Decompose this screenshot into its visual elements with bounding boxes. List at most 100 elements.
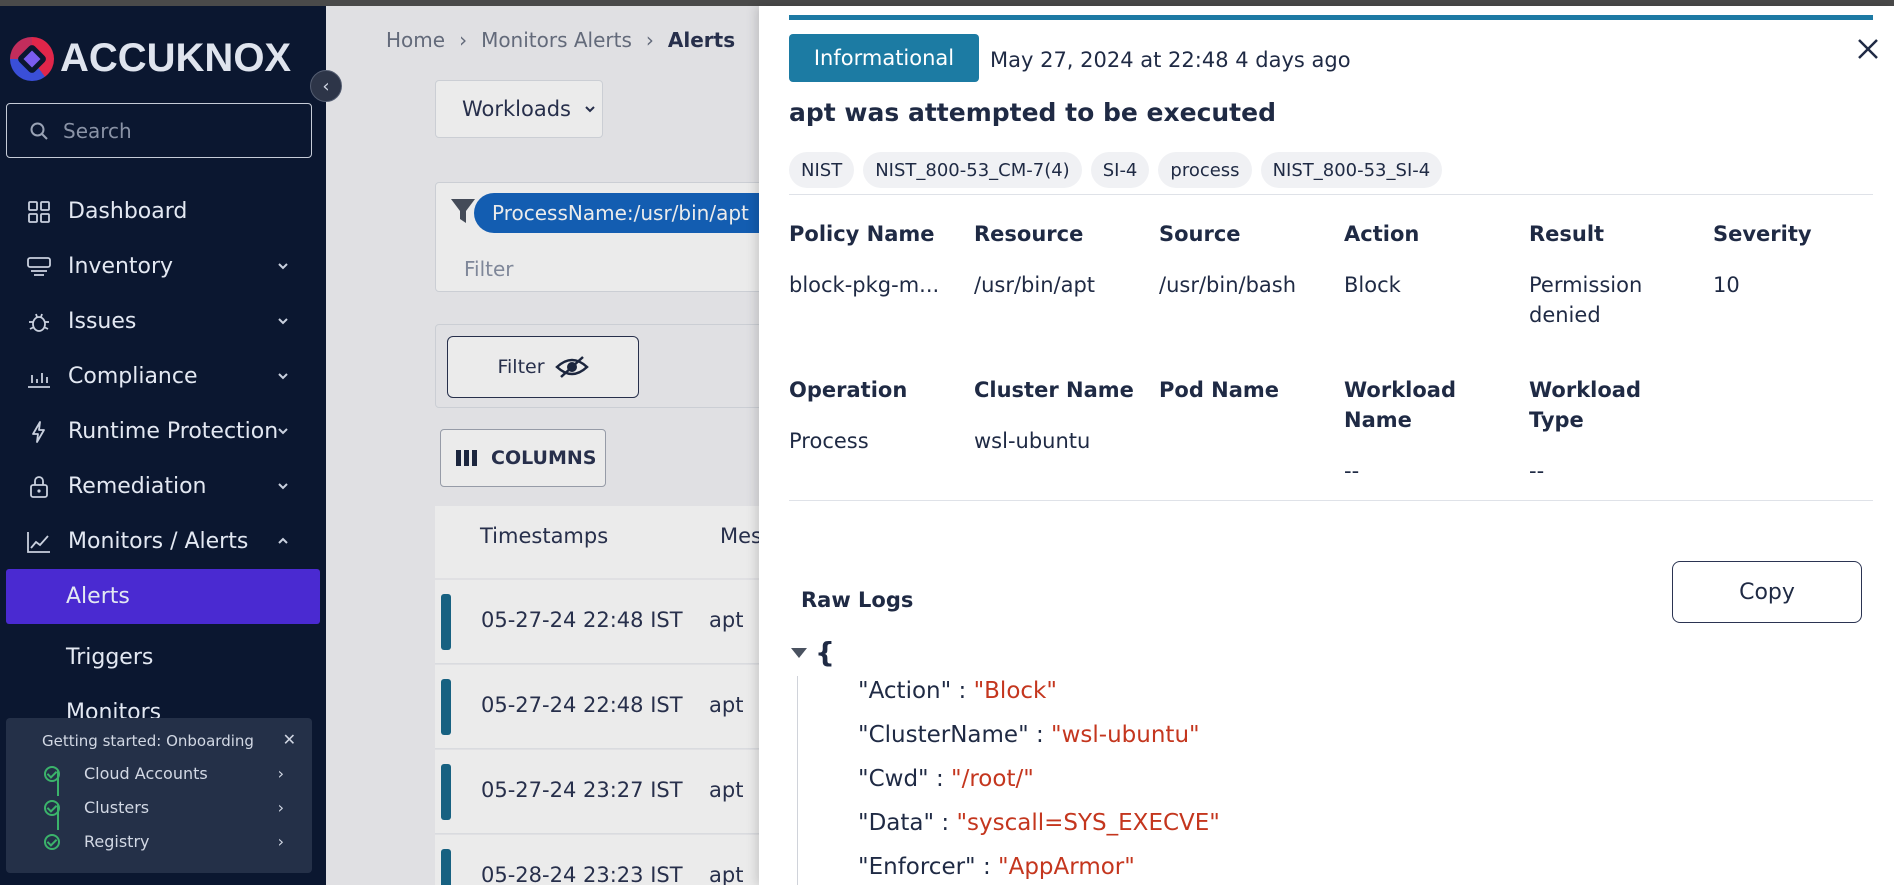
json-key: "Cwd" bbox=[858, 766, 929, 792]
search-placeholder: Search bbox=[63, 118, 132, 143]
tag: NIST_800-53_SI-4 bbox=[1260, 152, 1443, 188]
server-icon bbox=[26, 254, 52, 280]
onboarding-widget: Getting started: Onboarding ✕ Cloud Acco… bbox=[6, 718, 312, 873]
lightning-icon bbox=[26, 419, 52, 445]
sidebar-item-runtime-protection[interactable]: Runtime Protection bbox=[0, 404, 326, 459]
json-entry: "Cwd" : "/root/" bbox=[858, 766, 1034, 792]
close-icon[interactable]: ✕ bbox=[283, 730, 296, 749]
json-entry: "Action" : "Block" bbox=[858, 678, 1057, 704]
sidebar-item-label: Issues bbox=[68, 309, 137, 334]
onboarding-step-label: Clusters bbox=[84, 798, 150, 817]
chevron-down-icon bbox=[278, 263, 288, 270]
sidebar-subitem-triggers[interactable]: Triggers bbox=[6, 630, 320, 685]
field-value-cluster-name: wsl-ubuntu bbox=[974, 429, 1091, 453]
raw-logs-heading: Raw Logs bbox=[801, 588, 914, 612]
sidebar-subitem-label: Alerts bbox=[66, 584, 130, 609]
drawer-accent-stripe bbox=[789, 15, 1873, 20]
onboarding-step-registry[interactable]: Registry › bbox=[44, 832, 284, 851]
field-value-source: /usr/bin/bash bbox=[1159, 273, 1297, 297]
onboarding-step-clusters[interactable]: Clusters › bbox=[44, 798, 284, 817]
chevron-down-icon bbox=[278, 318, 288, 325]
field-value-severity: 10 bbox=[1713, 273, 1740, 297]
sidebar: ACCUKNOX Search Dashboard Inventory Issu… bbox=[0, 6, 326, 885]
sidebar-item-monitors-alerts[interactable]: Monitors / Alerts bbox=[0, 514, 326, 569]
chevron-down-icon bbox=[278, 428, 288, 435]
sidebar-subitem-alerts[interactable]: Alerts bbox=[6, 569, 320, 624]
onboarding-step-label: Cloud Accounts bbox=[84, 764, 208, 783]
sidebar-collapse-button[interactable]: ‹ bbox=[310, 70, 342, 102]
sidebar-item-remediation[interactable]: Remediation bbox=[0, 459, 326, 514]
json-key: "Data" bbox=[858, 810, 935, 836]
tag: SI-4 bbox=[1090, 152, 1150, 188]
onboarding-title: Getting started: Onboarding bbox=[42, 732, 254, 750]
severity-badge: Informational bbox=[789, 34, 979, 82]
json-key: "ClusterName" bbox=[858, 722, 1029, 748]
sidebar-item-label: Remediation bbox=[68, 474, 207, 499]
json-indent-guide bbox=[797, 676, 798, 885]
onboarding-step-cloud-accounts[interactable]: Cloud Accounts › bbox=[44, 764, 284, 783]
field-value-policy-name: block-pkg-m... bbox=[789, 273, 940, 297]
check-circle-icon bbox=[44, 833, 60, 850]
alert-timestamp: May 27, 2024 at 22:48 4 days ago bbox=[990, 48, 1351, 72]
divider bbox=[789, 194, 1873, 195]
brand-logo[interactable]: ACCUKNOX bbox=[10, 36, 291, 81]
field-label-result: Result bbox=[1529, 222, 1605, 246]
field-label-policy-name: Policy Name bbox=[789, 222, 935, 246]
search-input[interactable]: Search bbox=[6, 103, 312, 158]
field-label-workload-name: Workload Name bbox=[1344, 378, 1456, 432]
field-label-operation: Operation bbox=[789, 378, 908, 402]
field-label-cluster-name: Cluster Name bbox=[974, 378, 1134, 402]
tag: NIST_800-53_CM-7(4) bbox=[863, 152, 1082, 188]
json-open-brace: { bbox=[815, 636, 835, 669]
field-value-operation: Process bbox=[789, 429, 869, 453]
json-entry: "ClusterName" : "wsl-ubuntu" bbox=[858, 722, 1200, 748]
tag: NIST bbox=[789, 152, 855, 188]
field-label-workload-type: Workload Type bbox=[1529, 378, 1641, 432]
collapse-triangle-icon[interactable] bbox=[791, 648, 807, 658]
json-key: "Enforcer" bbox=[858, 854, 976, 880]
field-value-workload-name: -- bbox=[1344, 459, 1360, 483]
check-circle-icon bbox=[44, 765, 60, 782]
field-label-pod-name: Pod Name bbox=[1159, 378, 1280, 402]
sidebar-item-label: Inventory bbox=[68, 254, 174, 279]
alert-title: apt was attempted to be executed bbox=[789, 98, 1276, 127]
json-key: "Action" bbox=[858, 678, 952, 704]
json-entry: "Data" : "syscall=SYS_EXECVE" bbox=[858, 810, 1220, 836]
chevron-right-icon: › bbox=[277, 832, 284, 851]
field-value-result: Permission denied bbox=[1529, 273, 1643, 327]
close-icon[interactable] bbox=[1855, 36, 1881, 62]
chevron-left-icon: ‹ bbox=[322, 75, 330, 97]
sidebar-item-inventory[interactable]: Inventory bbox=[0, 239, 326, 294]
field-value-action: Block bbox=[1344, 273, 1401, 297]
accuknox-logo-icon bbox=[10, 36, 54, 81]
bug-icon bbox=[26, 309, 52, 335]
sidebar-nav: Dashboard Inventory Issues Compliance Ru… bbox=[0, 184, 326, 740]
line-chart-icon bbox=[26, 529, 52, 555]
alert-detail-drawer: Informational May 27, 2024 at 22:48 4 da… bbox=[759, 6, 1894, 885]
sidebar-item-label: Monitors / Alerts bbox=[68, 529, 249, 554]
field-value-resource: /usr/bin/apt bbox=[974, 273, 1096, 297]
divider bbox=[789, 500, 1873, 501]
sidebar-subitem-label: Triggers bbox=[66, 645, 154, 670]
onboarding-step-label: Registry bbox=[84, 832, 150, 851]
json-value: "wsl-ubuntu" bbox=[1051, 722, 1200, 748]
brand-name: ACCUKNOX bbox=[60, 36, 292, 80]
json-value: "AppArmor" bbox=[998, 854, 1135, 880]
sidebar-item-label: Compliance bbox=[68, 364, 198, 389]
json-value: "Block" bbox=[973, 678, 1057, 704]
sidebar-item-issues[interactable]: Issues bbox=[0, 294, 326, 349]
chevron-up-icon bbox=[278, 537, 288, 544]
sidebar-item-dashboard[interactable]: Dashboard bbox=[0, 184, 326, 239]
copy-button[interactable]: Copy bbox=[1672, 561, 1862, 623]
tag: process bbox=[1158, 152, 1252, 188]
sidebar-item-compliance[interactable]: Compliance bbox=[0, 349, 326, 404]
chevron-right-icon: › bbox=[277, 798, 284, 817]
chevron-down-icon bbox=[278, 373, 288, 380]
chevron-down-icon bbox=[278, 483, 288, 490]
chevron-right-icon: › bbox=[277, 764, 284, 783]
field-label-severity: Severity bbox=[1713, 222, 1812, 246]
json-entry: "Enforcer" : "AppArmor" bbox=[858, 854, 1135, 880]
field-label-action: Action bbox=[1344, 222, 1420, 246]
field-label-resource: Resource bbox=[974, 222, 1084, 246]
json-value: "/root/" bbox=[951, 766, 1034, 792]
